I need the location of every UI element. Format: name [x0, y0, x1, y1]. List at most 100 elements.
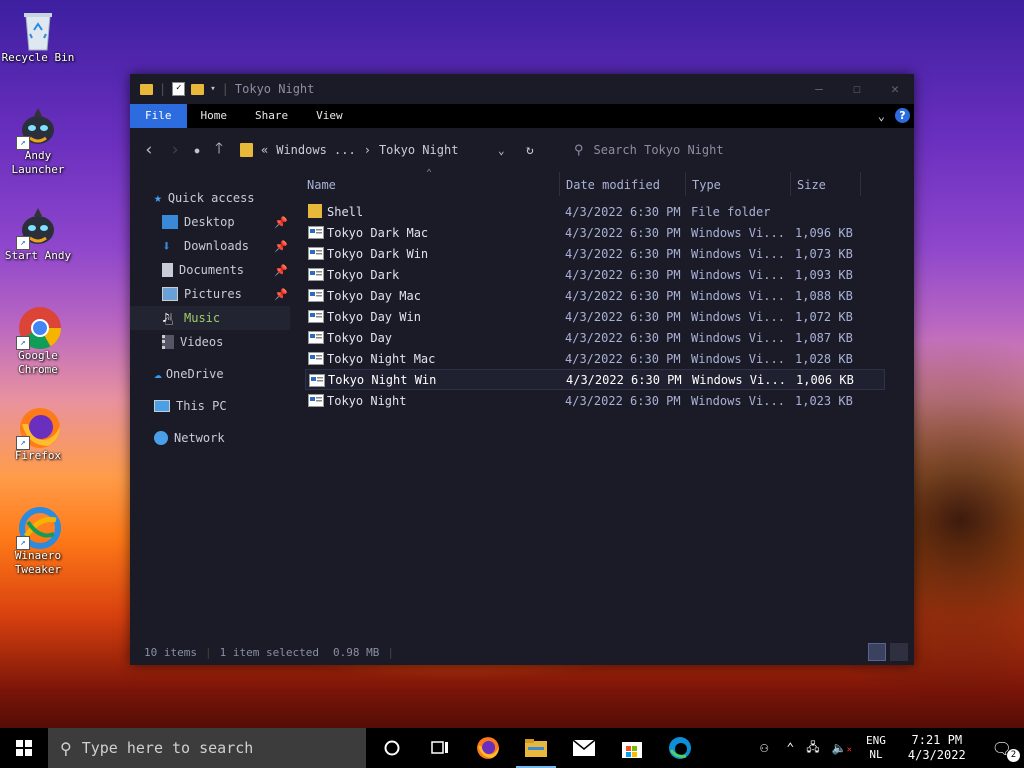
maximize-button[interactable]: ☐ [838, 74, 876, 104]
desktop-icon-recycle-bin[interactable]: Recycle Bin [0, 8, 76, 65]
column-type[interactable]: Type [692, 176, 721, 194]
breadcrumb-tokyo-night[interactable]: Tokyo Night [379, 143, 458, 157]
store-icon [622, 742, 642, 758]
table-row[interactable]: Tokyo Night Mac 4/3/2022 6:30 PM Windows V… [305, 348, 885, 369]
table-row[interactable]: Tokyo Dark Win 4/3/2022 6:30 PM Windows Vi… [305, 243, 885, 264]
large-icons-view-button[interactable] [890, 643, 908, 661]
taskbar-store[interactable] [608, 728, 656, 768]
breadcrumb-windows[interactable]: Windows ... [276, 143, 355, 157]
computer-icon [154, 400, 170, 412]
taskbar-search-box[interactable]: ⚲ Type here to search [48, 728, 366, 768]
cell-size: 1,088 KB [795, 288, 853, 303]
taskbar-mail[interactable] [560, 728, 608, 768]
sidebar-item-documents[interactable]: Documents 📌 [130, 258, 290, 282]
close-button[interactable]: ✕ [876, 74, 914, 104]
table-row[interactable]: Tokyo Night Win 4/3/2022 6:30 PM Windows V… [305, 369, 885, 390]
desktop-icon-start-andy[interactable]: ↗ Start Andy [0, 206, 76, 263]
details-view-button[interactable] [868, 643, 886, 661]
sidebar-item-desktop[interactable]: Desktop 📌 [130, 210, 290, 234]
customize-qat-icon[interactable]: ▾ [210, 84, 215, 94]
address-bar[interactable]: « Windows ... › Tokyo Night ⌄ ↻ [240, 138, 624, 162]
chevron-up-icon: ⌃ [786, 740, 795, 756]
task-view-button[interactable] [416, 728, 464, 768]
table-row[interactable]: Tokyo Day Mac 4/3/2022 6:30 PM Windows Vi.… [305, 285, 885, 306]
desktop-icon-label: Start Andy [4, 249, 72, 262]
properties-icon[interactable]: ✓ [172, 82, 186, 96]
sidebar-item-videos[interactable]: Videos [130, 330, 290, 354]
volume-button[interactable]: 🔈✕ [826, 741, 858, 755]
minimize-button[interactable]: — [800, 74, 838, 104]
taskbar-firefox[interactable] [464, 728, 512, 768]
tab-file[interactable]: File [130, 104, 187, 128]
folder-icon [308, 204, 322, 218]
column-name[interactable]: Name [307, 176, 336, 194]
sidebar-item-pictures[interactable]: Pictures 📌 [130, 282, 290, 306]
sidebar-item-quick-access[interactable]: ★ Quick access [130, 186, 290, 210]
taskbar-file-explorer[interactable] [512, 728, 560, 768]
table-row[interactable]: Tokyo Day Win 4/3/2022 6:30 PM Windows Vi.… [305, 306, 885, 327]
sidebar-item-music[interactable]: ♪ Music ☝ [130, 306, 290, 330]
pin-icon: 📌 [274, 239, 288, 253]
theme-file-icon [309, 374, 325, 387]
table-row[interactable]: Tokyo Night 4/3/2022 6:30 PM Windows Vi...… [305, 390, 885, 411]
network-tray-button[interactable]: 🖧 [800, 738, 825, 759]
tab-home[interactable]: Home [187, 104, 242, 128]
cell-type: File folder [691, 204, 771, 219]
desktop-icon-andy-launcher[interactable]: ↗ Andy Launcher [0, 106, 76, 177]
table-row[interactable]: Tokyo Dark 4/3/2022 6:30 PM Windows Vi... 1… [305, 264, 885, 285]
table-row[interactable]: Tokyo Dark Mac 4/3/2022 6:30 PM Windows Vi… [305, 222, 885, 243]
hand-cursor-icon: ☝ [164, 310, 174, 329]
address-dropdown-icon[interactable]: ⌄ [498, 144, 505, 157]
start-button[interactable] [0, 728, 48, 768]
cell-date: 4/3/2022 6:30 PM [565, 246, 681, 261]
taskbar-search-input[interactable]: Type here to search [82, 739, 254, 757]
cell-type: Windows Vi... [691, 225, 785, 240]
tab-share[interactable]: Share [241, 104, 302, 128]
help-button[interactable]: ? [895, 108, 910, 123]
sidebar-item-this-pc[interactable]: This PC [130, 394, 290, 418]
expand-ribbon-icon[interactable]: ⌄ [878, 109, 885, 123]
action-center-button[interactable]: 🗨 2 [980, 739, 1024, 762]
column-size[interactable]: Size [797, 176, 826, 194]
desktop-icon-winaero-tweaker[interactable]: ↗ Winaero Tweaker [0, 506, 76, 577]
clock[interactable]: 7:21 PM 4/3/2022 [894, 733, 980, 763]
file-list: Name ⌃ Date modified Type Size Shell 4/3/… [305, 168, 885, 411]
file-explorer-icon [525, 739, 547, 757]
selected-count: 1 item selected [219, 645, 319, 659]
search-input[interactable]: Search Tokyo Night [594, 143, 724, 157]
recent-locations-button[interactable]: ● [188, 146, 206, 155]
search-icon: ⚲ [60, 738, 72, 758]
shortcut-arrow-icon: ↗ [16, 236, 30, 250]
sidebar-item-downloads[interactable]: ⬇ Downloads 📌 [130, 234, 290, 258]
sidebar-item-network[interactable]: Network [130, 426, 290, 450]
folder-icon [140, 83, 153, 95]
navigation-pane: ★ Quick access Desktop 📌 ⬇ Downloads 📌 D… [130, 172, 290, 642]
people-button[interactable]: ⚇ [748, 740, 780, 756]
chrome-icon: ↗ [16, 306, 62, 350]
folder-icon [240, 143, 253, 157]
desktop-icon-firefox[interactable]: ↗ Firefox [0, 406, 76, 463]
cell-size: 1,073 KB [795, 246, 853, 261]
tab-view[interactable]: View [302, 104, 357, 128]
cortana-button[interactable] [368, 728, 416, 768]
forward-button[interactable]: › [162, 140, 188, 160]
column-date-modified[interactable]: Date modified [566, 176, 660, 194]
title-bar[interactable]: | ✓ ▾ | Tokyo Night — ☐ ✕ [130, 74, 914, 104]
file-explorer-window: | ✓ ▾ | Tokyo Night — ☐ ✕ File Home Shar… [130, 74, 914, 665]
back-button[interactable]: ‹ [136, 140, 162, 160]
table-row[interactable]: Shell 4/3/2022 6:30 PM File folder [305, 201, 885, 222]
show-hidden-icons-button[interactable]: ⌃ [780, 741, 800, 756]
firefox-icon [477, 737, 499, 759]
desktop-icon-google-chrome[interactable]: ↗ Google Chrome [0, 306, 76, 377]
table-row[interactable]: Tokyo Day 4/3/2022 6:30 PM Windows Vi... 1,… [305, 327, 885, 348]
taskbar-edge[interactable] [656, 728, 704, 768]
mail-icon [572, 739, 596, 756]
search-box[interactable]: ⚲ Search Tokyo Night [574, 138, 904, 162]
new-folder-icon[interactable] [191, 83, 205, 95]
sidebar-item-onedrive[interactable]: ☁ OneDrive [130, 362, 290, 386]
up-button[interactable]: 🡑 [206, 138, 232, 163]
refresh-icon[interactable]: ↻ [526, 143, 534, 158]
input-language-button[interactable]: ENG NL [858, 734, 894, 762]
star-icon: ★ [154, 190, 162, 206]
breadcrumb-separator-icon: › [363, 143, 371, 157]
